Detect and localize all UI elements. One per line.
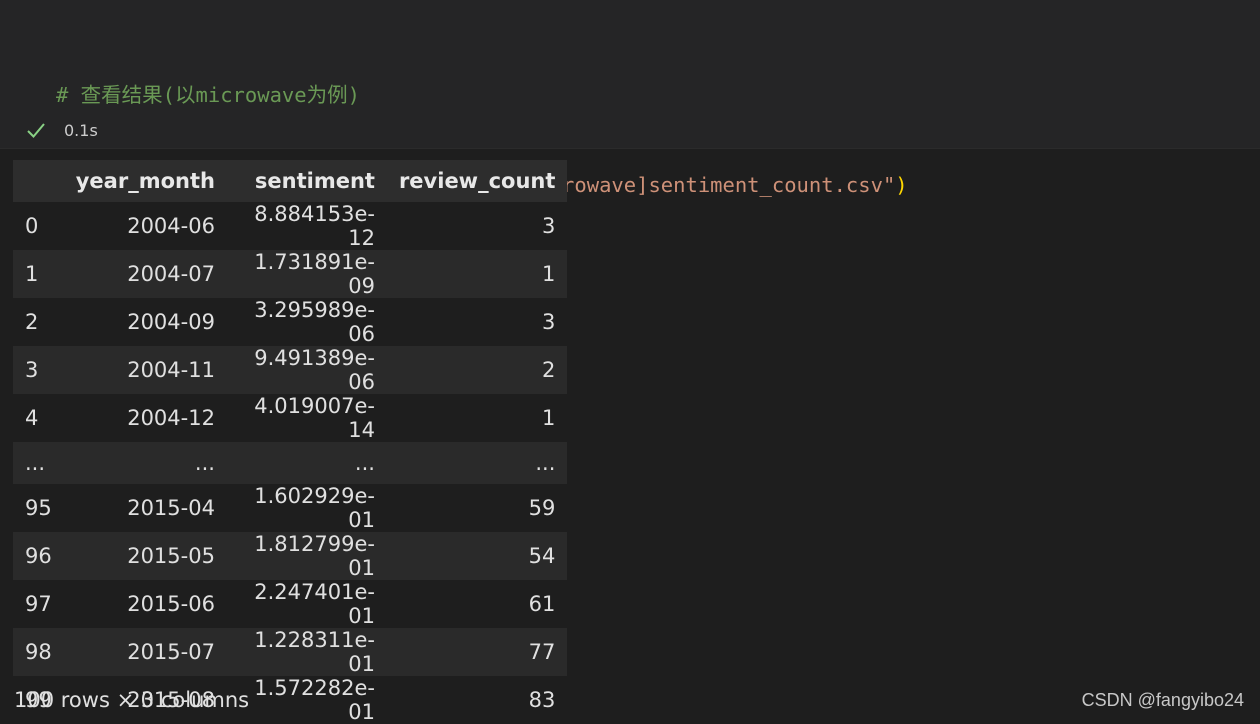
row-index: 4	[25, 406, 39, 430]
table-row: 1 2004-07 1.731891e-09 1	[13, 250, 568, 298]
table-row: 0 2004-06 8.884153e-12 3	[13, 202, 567, 250]
cell-review-count: 1	[386, 250, 568, 298]
dataframe-table: year_month sentiment review_count 0 2004…	[13, 160, 568, 724]
row-index: 2	[25, 310, 39, 334]
code-paren-close: )	[895, 173, 908, 197]
watermark: CSDN @fangyibo24	[1081, 690, 1244, 710]
column-header-review-count: review_count	[386, 160, 568, 202]
cell-year-month: 2015-06	[127, 592, 215, 616]
cell-sentiment: 3.295989e-06	[254, 298, 375, 346]
cell-year-month: 2004-12	[127, 406, 215, 430]
code-comment: # 查看结果(以microwave为例)	[56, 83, 360, 107]
cell-year-month: ...	[63, 442, 227, 484]
row-index: 96	[13, 532, 64, 580]
cell-sentiment: 4.019007e-14	[254, 394, 375, 442]
cell-year-month: 2004-09	[127, 310, 215, 334]
row-index: ...	[13, 442, 64, 484]
cell-sentiment: 1.812799e-01	[226, 532, 387, 580]
cell-review-count: 83	[528, 688, 556, 712]
code-line-1: # 查看结果(以microwave为例)	[56, 80, 908, 110]
dataframe-output: year_month sentiment review_count 0 2004…	[13, 160, 568, 724]
column-header-year-month: year_month	[63, 160, 227, 202]
row-index: 95	[25, 496, 52, 520]
dataframe-shape-summary: 100 rows × 3 columns	[14, 688, 250, 712]
cell-review-count: 3	[542, 310, 556, 334]
table-row: 2 2004-09 3.295989e-06 3	[13, 298, 567, 346]
cell-year-month: 2004-06	[127, 214, 215, 238]
table-header-row: year_month sentiment review_count	[13, 160, 568, 202]
cell-year-month: 2004-07	[63, 250, 227, 298]
cell-sentiment: 1.731891e-09	[226, 250, 387, 298]
row-index: 97	[25, 592, 52, 616]
column-header-index	[13, 160, 64, 202]
cell-year-month: 2015-05	[63, 532, 227, 580]
cell-year-month: 2004-11	[63, 346, 227, 394]
row-index: 98	[13, 628, 64, 676]
cell-sentiment: 2.247401e-01	[254, 580, 375, 628]
row-index: 0	[25, 214, 39, 238]
cell-sentiment: 8.884153e-12	[254, 202, 375, 250]
code-cell[interactable]: # 查看结果(以microwave为例) sort_comments=pd.re…	[0, 0, 1260, 287]
cell-sentiment: 9.491389e-06	[226, 346, 387, 394]
cell-review-count: 1	[542, 406, 556, 430]
cell-year-month: 2015-04	[127, 496, 215, 520]
cell-sentiment: ...	[226, 442, 387, 484]
table-row: 98 2015-07 1.228311e-01 77	[13, 628, 568, 676]
cell-review-count: 59	[528, 496, 556, 520]
cell-review-count: ...	[386, 442, 568, 484]
row-index: 1	[13, 250, 64, 298]
table-row: 97 2015-06 2.247401e-01 61	[13, 580, 567, 628]
table-row-ellipsis: ... ... ... ...	[13, 442, 568, 484]
column-header-sentiment: sentiment	[226, 160, 387, 202]
cell-sentiment: 1.572282e-01	[254, 676, 375, 724]
table-row: 95 2015-04 1.602929e-01 59	[13, 484, 567, 532]
cell-year-month: 2015-07	[63, 628, 227, 676]
cell-review-count: 77	[386, 628, 568, 676]
cell-review-count: 2	[386, 346, 568, 394]
cell-sentiment: 1.602929e-01	[254, 484, 375, 532]
table-row: 4 2004-12 4.019007e-14 1	[13, 394, 567, 442]
check-icon	[27, 123, 45, 138]
row-index: 3	[13, 346, 64, 394]
cell-review-count: 54	[386, 532, 568, 580]
cell-review-count: 3	[542, 214, 556, 238]
cell-sentiment: 1.228311e-01	[226, 628, 387, 676]
table-row: 96 2015-05 1.812799e-01 54	[13, 532, 568, 580]
cell-review-count: 61	[528, 592, 556, 616]
execution-status: 0.1s	[26, 118, 98, 142]
execution-time: 0.1s	[64, 120, 98, 140]
table-row: 3 2004-11 9.491389e-06 2	[13, 346, 568, 394]
